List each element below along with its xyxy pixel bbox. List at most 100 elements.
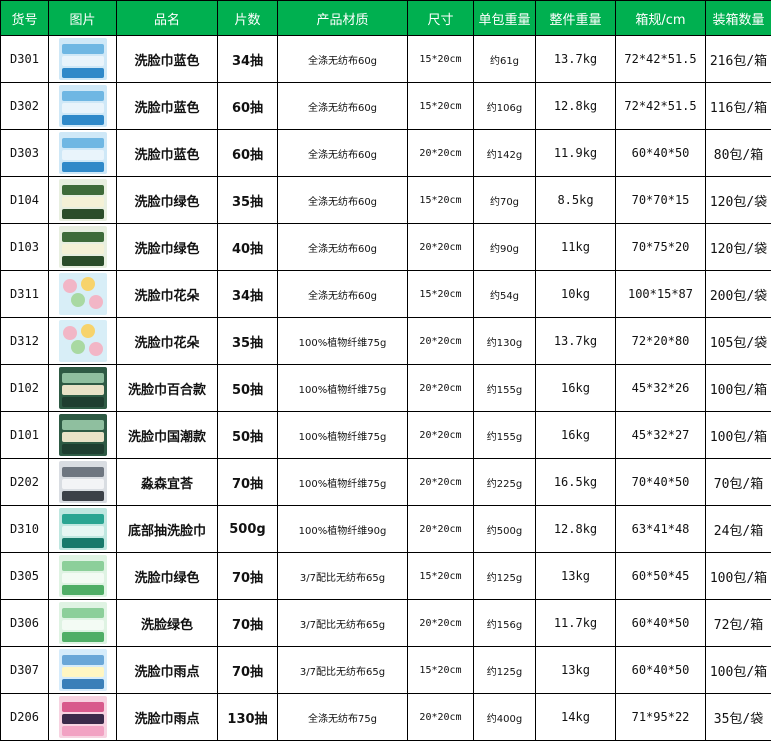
column-header: 整件重量 — [535, 0, 616, 36]
pack-quantity: 100包/箱 — [705, 646, 771, 694]
column-header: 货号 — [0, 0, 49, 36]
single-pack-weight: 约106g — [473, 82, 536, 130]
case-weight: 13kg — [535, 646, 616, 694]
carton-dimensions: 70*70*15 — [615, 176, 706, 224]
table-row: D311 洗脸巾花朵 34抽 全涤无纺布60g 15*20cm 约54g 10kg 100*1… — [0, 270, 771, 318]
package-band — [61, 209, 104, 219]
pack-quantity: 80包/箱 — [705, 129, 771, 177]
flower-mark — [80, 277, 95, 291]
item-code: D310 — [0, 505, 49, 553]
single-pack-weight: 约70g — [473, 176, 536, 224]
carton-dimensions: 70*40*50 — [615, 458, 706, 506]
product-image — [48, 35, 117, 83]
package-band — [61, 655, 104, 665]
single-pack-weight: 约155g — [473, 411, 536, 459]
column-header: 产品材质 — [277, 0, 408, 36]
package-band — [61, 714, 104, 724]
package-band — [61, 467, 104, 477]
product-name: 洗脸巾蓝色 — [116, 129, 218, 177]
product-thumbnail-icon — [58, 508, 107, 550]
product-image — [48, 552, 117, 600]
size: 15*20cm — [407, 176, 474, 224]
product-image — [48, 364, 117, 412]
size: 20*20cm — [407, 364, 474, 412]
item-code: D103 — [0, 223, 49, 271]
material: 全涤无纺布60g — [277, 176, 408, 224]
column-header: 尺寸 — [407, 0, 474, 36]
product-image — [48, 458, 117, 506]
case-weight: 12.8kg — [535, 505, 616, 553]
table-row: D206 洗脸巾雨点 130抽 全涤无纺布75g 20*20cm 约400g 14kg 71*… — [0, 693, 771, 741]
single-pack-weight: 约130g — [473, 317, 536, 365]
product-name: 洗脸巾雨点 — [116, 693, 218, 741]
product-image — [48, 599, 117, 647]
carton-dimensions: 60*40*50 — [615, 599, 706, 647]
package-band — [61, 726, 104, 736]
product-image — [48, 176, 117, 224]
single-pack-weight: 约142g — [473, 129, 536, 177]
item-code: D104 — [0, 176, 49, 224]
product-thumbnail-icon — [58, 320, 107, 362]
package-band — [61, 632, 104, 642]
pack-quantity: 116包/箱 — [705, 82, 771, 130]
package-band — [61, 491, 104, 501]
sheet-count: 35抽 — [217, 317, 278, 365]
column-header: 箱规/cm — [615, 0, 706, 36]
case-weight: 16.5kg — [535, 458, 616, 506]
pack-quantity: 105包/袋 — [705, 317, 771, 365]
sheet-count: 70抽 — [217, 599, 278, 647]
product-thumbnail-icon — [58, 555, 107, 597]
item-code: D306 — [0, 599, 49, 647]
package-band — [61, 103, 104, 113]
pack-quantity: 70包/箱 — [705, 458, 771, 506]
material: 3/7配比无纺布65g — [277, 646, 408, 694]
column-header: 装箱数量 — [705, 0, 771, 36]
single-pack-weight: 约400g — [473, 693, 536, 741]
product-thumbnail-icon — [58, 132, 107, 174]
package-band — [61, 232, 104, 242]
package-band — [61, 68, 104, 78]
product-thumbnail-icon — [58, 38, 107, 80]
pack-quantity: 216包/箱 — [705, 35, 771, 83]
product-thumbnail-icon — [58, 179, 107, 221]
single-pack-weight: 约156g — [473, 599, 536, 647]
column-header: 品名 — [116, 0, 218, 36]
size: 20*20cm — [407, 599, 474, 647]
product-image — [48, 129, 117, 177]
carton-dimensions: 72*42*51.5 — [615, 82, 706, 130]
material: 100%植物纤维75g — [277, 317, 408, 365]
product-name: 洗脸巾花朵 — [116, 317, 218, 365]
carton-dimensions: 60*50*45 — [615, 552, 706, 600]
material: 全涤无纺布60g — [277, 223, 408, 271]
product-name: 洗脸巾绿色 — [116, 552, 218, 600]
table-row: D305 洗脸巾绿色 70抽 3/7配比无纺布65g 15*20cm 约125g 13kg 6… — [0, 552, 771, 600]
size: 20*20cm — [407, 693, 474, 741]
flower-mark — [80, 324, 95, 338]
carton-dimensions: 45*32*27 — [615, 411, 706, 459]
table-row: D307 洗脸巾雨点 70抽 3/7配比无纺布65g 15*20cm 约125g 13kg 6… — [0, 646, 771, 694]
product-name: 淼森宜荅 — [116, 458, 218, 506]
package-band — [61, 256, 104, 266]
product-name: 洗脸巾雨点 — [116, 646, 218, 694]
package-band — [61, 197, 104, 207]
product-thumbnail-icon — [58, 461, 107, 503]
item-code: D302 — [0, 82, 49, 130]
package-band — [61, 479, 104, 489]
carton-dimensions: 72*42*51.5 — [615, 35, 706, 83]
package-band — [61, 432, 104, 442]
single-pack-weight: 约155g — [473, 364, 536, 412]
column-header: 片数 — [217, 0, 278, 36]
material: 全涤无纺布75g — [277, 693, 408, 741]
case-weight: 13kg — [535, 552, 616, 600]
product-name: 洗脸绿色 — [116, 599, 218, 647]
sheet-count: 34抽 — [217, 35, 278, 83]
product-thumbnail-icon — [58, 414, 107, 456]
case-weight: 16kg — [535, 364, 616, 412]
pack-quantity: 120包/袋 — [705, 176, 771, 224]
package-band — [61, 115, 104, 125]
size: 20*20cm — [407, 411, 474, 459]
item-code: D102 — [0, 364, 49, 412]
product-thumbnail-icon — [58, 649, 107, 691]
package-band — [61, 679, 104, 689]
case-weight: 11.7kg — [535, 599, 616, 647]
